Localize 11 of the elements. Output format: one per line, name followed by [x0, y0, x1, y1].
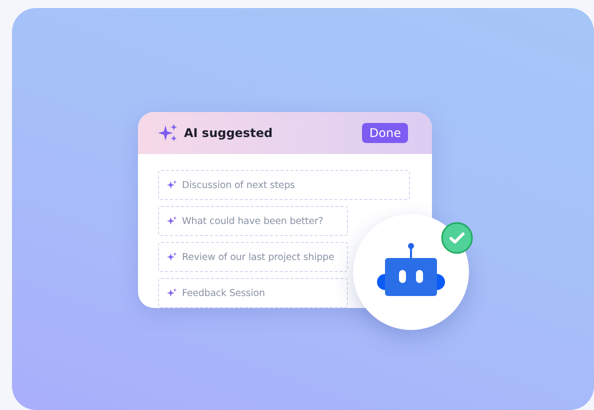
sparkle-icon	[167, 180, 177, 190]
sparkle-icon	[167, 288, 177, 298]
sparkle-icon	[167, 216, 177, 226]
sparkle-icon	[167, 252, 177, 262]
suggestion-item[interactable]: Discussion of next steps	[158, 170, 410, 200]
suggestion-item[interactable]: What could have been better?	[158, 206, 348, 236]
suggestion-item[interactable]: Feedback Session	[158, 278, 348, 308]
card-title: AI suggested	[184, 126, 274, 140]
sparkle-icon	[158, 123, 178, 143]
done-button[interactable]: Done	[362, 123, 408, 143]
suggestion-item[interactable]: Review of our last project shippe	[158, 242, 348, 272]
